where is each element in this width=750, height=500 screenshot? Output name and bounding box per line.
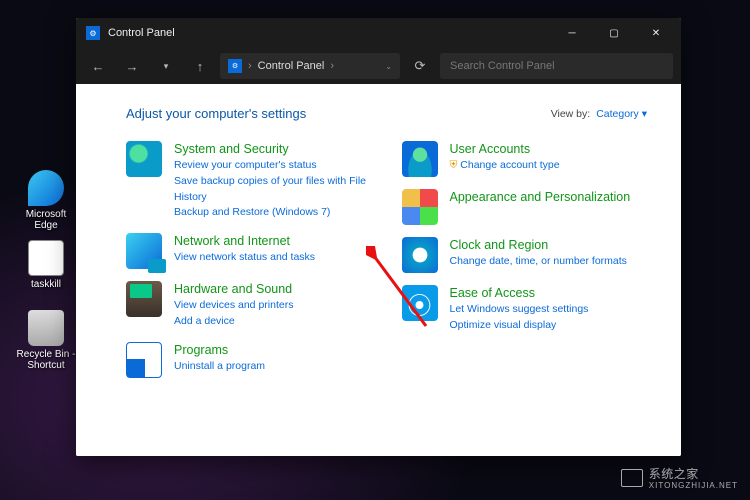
dropdown-history[interactable]: ▾ (152, 52, 180, 80)
desktop-icon-label: taskkill (16, 279, 76, 290)
window-title: Control Panel (108, 27, 175, 39)
category-sublink[interactable]: Let Windows suggest settings (450, 302, 589, 318)
category-link[interactable]: Programs (174, 343, 265, 357)
watermark: 系统之家 XITONGZHIJIA.NET (621, 465, 738, 490)
file-icon (28, 240, 64, 276)
desktop-icon-label: Microsoft Edge (16, 209, 76, 231)
category-link[interactable]: Ease of Access (450, 286, 589, 300)
category-sublink[interactable]: Backup and Restore (Windows 7) (174, 205, 372, 221)
breadcrumb-chevron: › (330, 60, 334, 72)
category-link[interactable]: Network and Internet (174, 234, 315, 248)
category-sublink[interactable]: Optimize visual display (450, 318, 589, 334)
category-link[interactable]: Clock and Region (450, 238, 627, 252)
category-sublink[interactable]: Add a device (174, 314, 293, 330)
category-link[interactable]: User Accounts (450, 142, 560, 156)
user-icon[interactable] (402, 141, 438, 177)
accessibility-icon[interactable]: ⦿ (402, 285, 438, 321)
category-network-internet: Network and Internet View network status… (126, 233, 372, 269)
category-user-accounts: User Accounts ⛨ Change account type (402, 141, 648, 177)
category-sublink[interactable]: Uninstall a program (174, 359, 265, 375)
network-icon[interactable] (126, 233, 162, 269)
breadcrumb[interactable]: ⚙ › Control Panel › ⌄ (220, 53, 400, 79)
programs-icon[interactable] (126, 342, 162, 378)
appearance-icon[interactable] (402, 189, 438, 225)
forward-button[interactable]: → (118, 52, 146, 80)
category-column-left: System and Security Review your computer… (126, 141, 372, 378)
category-sublink[interactable]: Change date, time, or number formats (450, 254, 627, 270)
control-panel-window: ⚙ Control Panel ─ ▢ ✕ ← → ▾ ↑ ⚙ › Contro… (76, 18, 681, 456)
viewby-label: View by: (551, 108, 591, 120)
category-sublink[interactable]: Save backup copies of your files with Fi… (174, 174, 372, 206)
category-link[interactable]: Hardware and Sound (174, 282, 293, 296)
breadcrumb-item[interactable]: Control Panel (258, 60, 325, 72)
content-area: Adjust your computer's settings View by:… (76, 84, 681, 456)
view-by: View by: Category ▾ (551, 108, 647, 120)
toolbar: ← → ▾ ↑ ⚙ › Control Panel › ⌄ ⟳ Search C… (76, 48, 681, 84)
category-sublink[interactable]: ⛨ Change account type (450, 158, 560, 174)
category-hardware-sound: Hardware and Sound View devices and prin… (126, 281, 372, 330)
breadcrumb-chevron: › (248, 60, 252, 72)
recycle-bin-icon (28, 310, 64, 346)
control-panel-icon: ⚙ (228, 59, 242, 73)
chevron-down-icon[interactable]: ⌄ (385, 62, 392, 71)
desktop-icon-taskkill[interactable]: taskkill (16, 240, 76, 290)
category-sublink[interactable]: View network status and tasks (174, 250, 315, 266)
category-link[interactable]: System and Security (174, 142, 372, 156)
category-programs: Programs Uninstall a program (126, 342, 372, 378)
category-link[interactable]: Appearance and Personalization (450, 190, 631, 204)
category-sublink[interactable]: View devices and printers (174, 298, 293, 314)
clock-icon[interactable] (402, 237, 438, 273)
close-button[interactable]: ✕ (635, 18, 677, 48)
page-title: Adjust your computer's settings (126, 106, 306, 121)
app-icon: ⚙ (86, 26, 100, 40)
watermark-logo-icon (621, 469, 643, 487)
refresh-button[interactable]: ⟳ (406, 52, 434, 80)
desktop-icon-recycle-bin[interactable]: Recycle Bin - Shortcut (16, 310, 76, 371)
shield-icon[interactable] (126, 141, 162, 177)
up-button[interactable]: ↑ (186, 52, 214, 80)
watermark-subtext: XITONGZHIJIA.NET (649, 481, 738, 490)
titlebar[interactable]: ⚙ Control Panel ─ ▢ ✕ (76, 18, 681, 48)
search-input[interactable]: Search Control Panel (440, 53, 673, 79)
viewby-dropdown[interactable]: Category ▾ (596, 108, 647, 120)
desktop-icon-edge[interactable]: Microsoft Edge (16, 170, 76, 231)
category-ease-of-access: ⦿ Ease of Access Let Windows suggest set… (402, 285, 648, 334)
desktop-icon-label: Recycle Bin - Shortcut (16, 349, 76, 371)
printer-icon[interactable] (126, 281, 162, 317)
back-button[interactable]: ← (84, 52, 112, 80)
watermark-text: 系统之家 (649, 465, 738, 482)
category-clock-region: Clock and Region Change date, time, or n… (402, 237, 648, 273)
maximize-button[interactable]: ▢ (593, 18, 635, 48)
category-sublink[interactable]: Review your computer's status (174, 158, 372, 174)
category-appearance: Appearance and Personalization (402, 189, 648, 225)
category-column-right: User Accounts ⛨ Change account type Appe… (402, 141, 648, 378)
category-system-security: System and Security Review your computer… (126, 141, 372, 221)
minimize-button[interactable]: ─ (551, 18, 593, 48)
edge-icon (28, 170, 64, 206)
search-placeholder: Search Control Panel (450, 60, 555, 72)
